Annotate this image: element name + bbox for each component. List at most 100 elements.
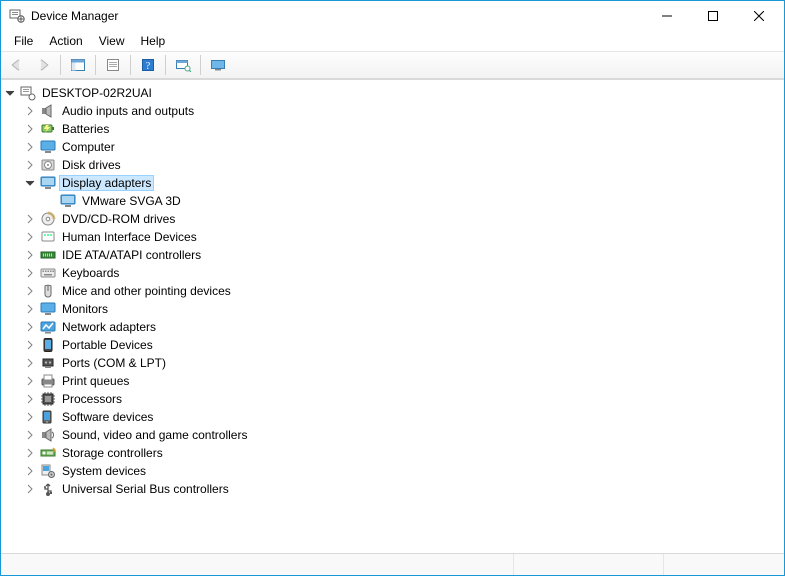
expand-toggle-icon[interactable] (23, 464, 37, 478)
expand-toggle-icon[interactable] (23, 392, 37, 406)
expand-toggle-icon[interactable] (23, 374, 37, 388)
tree-node-label: Batteries (59, 121, 112, 137)
monitor-icon (40, 301, 56, 317)
tree-root-label: DESKTOP-02R2UAI (39, 85, 155, 101)
tree-leaf-node[interactable]: VMware SVGA 3D (43, 192, 782, 210)
port-icon (40, 355, 56, 371)
expand-toggle-icon[interactable] (23, 176, 37, 190)
network-icon (40, 319, 56, 335)
expand-toggle-icon[interactable] (23, 230, 37, 244)
toolbar-separator (60, 55, 61, 75)
portable-icon (40, 337, 56, 353)
monitor-button[interactable] (206, 54, 230, 76)
tree-node-label: Monitors (59, 301, 111, 317)
menu-file[interactable]: File (7, 33, 40, 49)
tree-node[interactable]: DVD/CD-ROM drives (23, 210, 782, 228)
expand-toggle-icon[interactable] (23, 446, 37, 460)
tree-node[interactable]: Monitors (23, 300, 782, 318)
tree-node[interactable]: Universal Serial Bus controllers (23, 480, 782, 498)
toolbar-separator (165, 55, 166, 75)
disk-icon (40, 157, 56, 173)
printer-icon (40, 373, 56, 389)
expand-toggle-icon[interactable] (23, 122, 37, 136)
cpu-icon (40, 391, 56, 407)
tree-node-label: Display adapters (59, 175, 154, 191)
expand-toggle-icon[interactable] (23, 428, 37, 442)
tree-node[interactable]: Portable Devices (23, 336, 782, 354)
tree-node[interactable]: Ports (COM & LPT) (23, 354, 782, 372)
forward-button[interactable] (31, 54, 55, 76)
tree-node[interactable]: Storage controllers (23, 444, 782, 462)
system-icon (40, 463, 56, 479)
statusbar (1, 553, 784, 575)
tree-node[interactable]: Processors (23, 390, 782, 408)
help-button[interactable]: ? (136, 54, 160, 76)
tree-node-label: DVD/CD-ROM drives (59, 211, 178, 227)
tree-node-label: Disk drives (59, 157, 124, 173)
app-icon (9, 8, 25, 24)
toolbar-separator (130, 55, 131, 75)
expand-toggle-icon[interactable] (23, 356, 37, 370)
tree-node[interactable]: IDE ATA/ATAPI controllers (23, 246, 782, 264)
tree-node[interactable]: Batteries (23, 120, 782, 138)
display-icon (40, 175, 56, 191)
tree-node-label: Print queues (59, 373, 132, 389)
expand-toggle-icon[interactable] (23, 302, 37, 316)
expand-toggle-icon[interactable] (23, 284, 37, 298)
expand-toggle-icon[interactable] (23, 248, 37, 262)
tree-node-label: IDE ATA/ATAPI controllers (59, 247, 204, 263)
menu-view[interactable]: View (92, 33, 132, 49)
back-button[interactable] (5, 54, 29, 76)
menu-action[interactable]: Action (42, 33, 89, 49)
titlebar: Device Manager (1, 1, 784, 31)
tree-node-label: Audio inputs and outputs (59, 103, 197, 119)
usb-icon (40, 481, 56, 497)
tree-node[interactable]: Display adapters (23, 174, 782, 192)
properties-button[interactable] (101, 54, 125, 76)
tree-node[interactable]: Human Interface Devices (23, 228, 782, 246)
maximize-button[interactable] (690, 1, 736, 31)
computer-icon (20, 85, 36, 101)
tree-node-label: Processors (59, 391, 125, 407)
tree-node[interactable]: Print queues (23, 372, 782, 390)
tree-leaf-label: VMware SVGA 3D (79, 193, 184, 209)
tree-node[interactable]: Software devices (23, 408, 782, 426)
toolbar: ? (1, 51, 784, 79)
show-hide-console-tree-button[interactable] (66, 54, 90, 76)
tree-node-label: Computer (59, 139, 118, 155)
tree-node[interactable]: Audio inputs and outputs (23, 102, 782, 120)
toolbar-separator (95, 55, 96, 75)
expand-toggle-icon[interactable] (23, 212, 37, 226)
expand-toggle-icon[interactable] (23, 266, 37, 280)
tree-node[interactable]: Network adapters (23, 318, 782, 336)
expand-toggle-icon[interactable] (23, 482, 37, 496)
tree-node-label: Ports (COM & LPT) (59, 355, 169, 371)
expand-toggle-icon[interactable] (3, 86, 17, 100)
menu-help[interactable]: Help (134, 33, 173, 49)
tree-node-label: Network adapters (59, 319, 159, 335)
expand-toggle-icon[interactable] (23, 140, 37, 154)
tree-node[interactable]: Disk drives (23, 156, 782, 174)
expand-toggle-icon[interactable] (23, 410, 37, 424)
tree-node[interactable]: Computer (23, 138, 782, 156)
tree-node[interactable]: System devices (23, 462, 782, 480)
scan-hardware-button[interactable] (171, 54, 195, 76)
expand-toggle-icon[interactable] (23, 320, 37, 334)
expand-toggle-icon[interactable] (23, 338, 37, 352)
tree-root-node[interactable]: DESKTOP-02R2UAI (3, 84, 782, 102)
expand-toggle-icon[interactable] (23, 158, 37, 172)
device-tree-pane[interactable]: DESKTOP-02R2UAI Audio inputs and outputs B… (1, 79, 784, 553)
window-title: Device Manager (31, 9, 118, 23)
tree-node[interactable]: Sound, video and game controllers (23, 426, 782, 444)
tree-node-label: Portable Devices (59, 337, 156, 353)
minimize-button[interactable] (644, 1, 690, 31)
tree-node-label: System devices (59, 463, 149, 479)
tree-node[interactable]: Keyboards (23, 264, 782, 282)
expand-toggle-icon[interactable] (23, 104, 37, 118)
mouse-icon (40, 283, 56, 299)
sound-icon (40, 427, 56, 443)
tree-node-label: Sound, video and game controllers (59, 427, 250, 443)
tree-node[interactable]: Mice and other pointing devices (23, 282, 782, 300)
tree-node-label: Universal Serial Bus controllers (59, 481, 232, 497)
close-button[interactable] (736, 1, 782, 31)
